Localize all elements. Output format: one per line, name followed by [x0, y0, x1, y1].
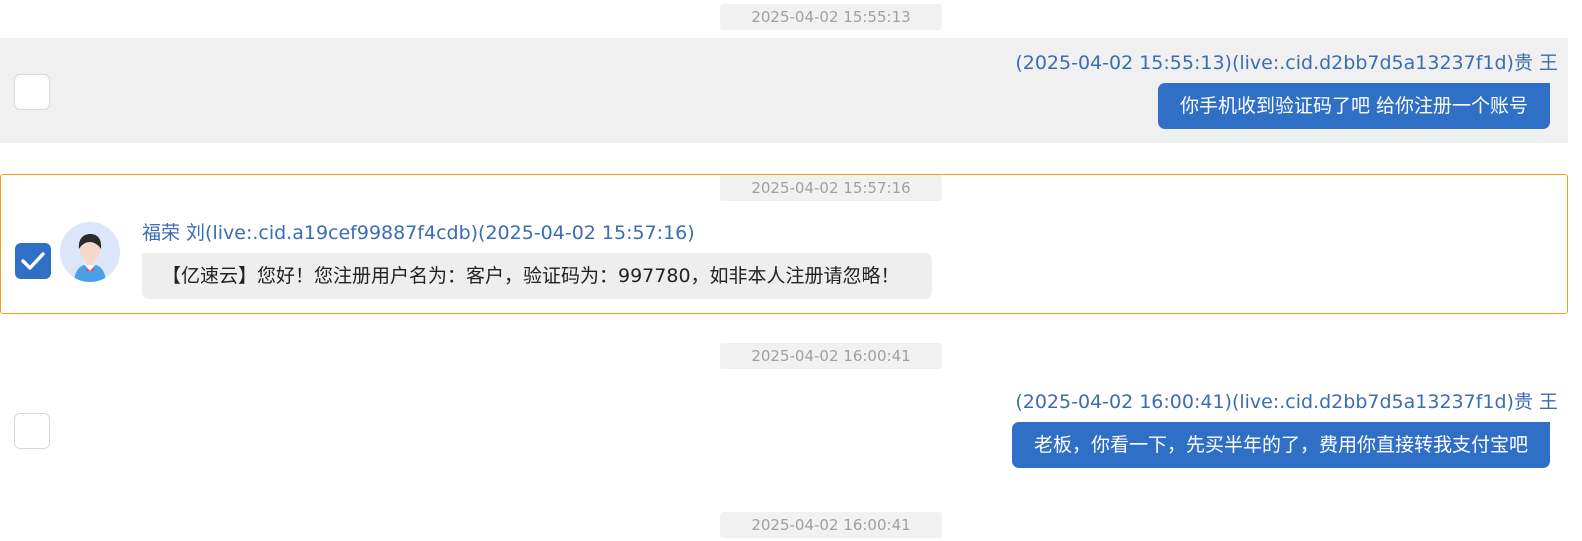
- message-select-checkbox[interactable]: [14, 413, 50, 449]
- message-select-checkbox[interactable]: [15, 243, 51, 279]
- timestamp-divider: 2025-04-02 15:55:13: [720, 4, 942, 30]
- user-avatar-icon[interactable]: [60, 222, 120, 282]
- checkmark-icon: [21, 252, 45, 270]
- sender-info: (2025-04-02 16:00:41)(live:.cid.d2bb7d5a…: [1015, 391, 1558, 413]
- message-bubble[interactable]: 你手机收到验证码了吧 给你注册一个账号: [1157, 83, 1550, 129]
- timestamp-divider: 2025-04-02 16:00:41: [720, 512, 942, 538]
- message-row-outgoing[interactable]: (2025-04-02 15:55:13)(live:.cid.d2bb7d5a…: [0, 38, 1568, 143]
- message-select-checkbox[interactable]: [14, 74, 50, 110]
- sender-info: 福荣 刘(live:.cid.a19cef99887f4cdb)(2025-04…: [142, 222, 695, 244]
- message-row-incoming-selected[interactable]: 2025-04-02 15:57:16 福荣 刘(live:.cid.a19ce…: [0, 174, 1568, 314]
- message-bubble[interactable]: 老板，你看一下，先买半年的了，费用你直接转我支付宝吧: [1011, 422, 1550, 468]
- sender-info: (2025-04-02 15:55:13)(live:.cid.d2bb7d5a…: [1015, 52, 1558, 74]
- message-bubble[interactable]: 【亿速云】您好！您注册用户名为：客户，验证码为：997780，如非本人注册请忽略…: [142, 253, 932, 299]
- timestamp-divider: 2025-04-02 16:00:41: [720, 343, 942, 369]
- timestamp-divider: 2025-04-02 15:57:16: [720, 175, 942, 201]
- chat-history: 2025-04-02 15:55:13 (2025-04-02 15:55:13…: [0, 0, 1582, 541]
- message-row-outgoing[interactable]: (2025-04-02 16:00:41)(live:.cid.d2bb7d5a…: [0, 378, 1568, 483]
